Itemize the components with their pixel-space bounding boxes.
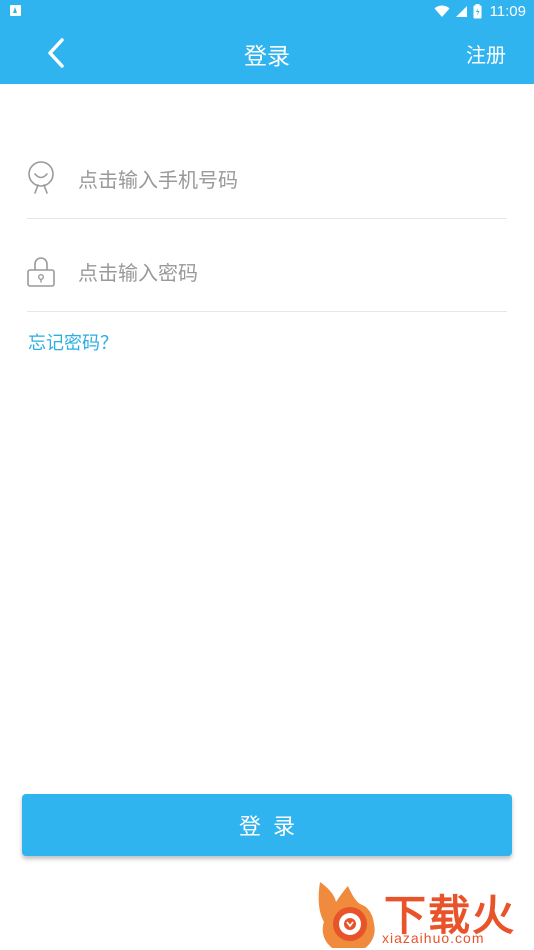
status-icons: 11:09: [434, 2, 526, 20]
lock-icon: [27, 257, 55, 287]
watermark-url: xiazaihuo.com: [382, 930, 485, 946]
register-button[interactable]: 注册: [466, 39, 506, 68]
password-input[interactable]: [78, 254, 498, 292]
phone-field-row: [27, 153, 507, 219]
back-button[interactable]: [40, 36, 74, 70]
header-bar: 登录 注册: [0, 22, 534, 84]
login-button[interactable]: 登录: [22, 794, 512, 856]
wifi-icon: [434, 5, 450, 17]
page-title: 登录: [244, 44, 290, 70]
battery-icon: [473, 3, 482, 18]
flame-logo-icon: [318, 882, 375, 948]
app-notification-icon: [10, 5, 21, 16]
status-time: 11:09: [489, 2, 526, 20]
watermark-logo: 下载火 xiazaihuo.com: [314, 878, 530, 948]
status-bar: 11:09: [0, 0, 534, 22]
chevron-left-icon: [48, 38, 64, 68]
password-field-row: [27, 246, 507, 312]
forgot-password-link[interactable]: 忘记密码？: [28, 329, 118, 355]
signal-icon: [455, 5, 467, 17]
user-face-icon: [28, 161, 54, 194]
phone-input[interactable]: [78, 161, 498, 199]
